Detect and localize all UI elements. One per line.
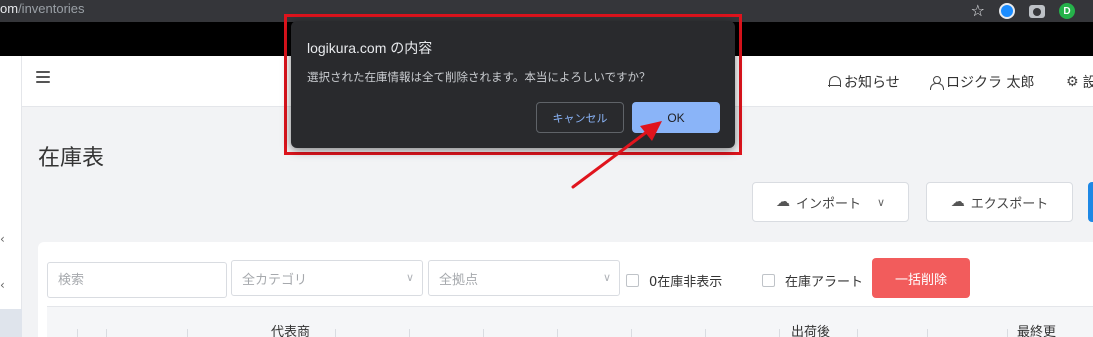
column-divider bbox=[557, 329, 558, 337]
import-label: インポート bbox=[795, 196, 861, 212]
bulk-delete-button[interactable]: 一括削除 bbox=[872, 258, 970, 298]
cloud-upload-icon: ☁ bbox=[775, 194, 790, 210]
address-bar[interactable]: om/inventories bbox=[0, 1, 85, 16]
page-title: 在庫表 bbox=[38, 146, 105, 171]
confirm-dialog: logikura.com の内容 選択された在庫情報は全て削除されます。本当によ… bbox=[291, 21, 735, 148]
notifications-link[interactable]: お知らせ bbox=[828, 72, 900, 92]
column-divider bbox=[409, 329, 410, 337]
column-divider bbox=[335, 329, 336, 337]
app-sidebar: ‹ ‹ bbox=[0, 56, 22, 337]
chevron-down-icon: ∨ bbox=[405, 271, 414, 284]
search-input[interactable] bbox=[47, 262, 227, 298]
column-divider bbox=[106, 329, 107, 337]
chevron-down-icon: ∨ bbox=[876, 195, 886, 209]
column-divider bbox=[927, 329, 928, 337]
sidebar-chevron-icon[interactable]: ‹ bbox=[0, 232, 5, 246]
category-select-value: 全カテゴリ bbox=[242, 272, 308, 288]
chevron-down-icon: ∨ bbox=[602, 271, 611, 284]
user-icon bbox=[930, 75, 944, 90]
ok-button[interactable]: OK bbox=[632, 102, 720, 133]
column-divider bbox=[483, 329, 484, 337]
sidebar-active-item[interactable] bbox=[0, 309, 22, 337]
user-menu[interactable]: ロジクラ 太郎 bbox=[930, 72, 1034, 92]
bell-icon bbox=[828, 75, 841, 89]
export-button[interactable]: ☁ エクスポート bbox=[926, 182, 1073, 222]
bookmark-star-icon[interactable]: ☆ bbox=[971, 3, 985, 19]
category-select[interactable]: 全カテゴリ ∨ bbox=[231, 260, 423, 296]
settings-link[interactable]: ⚙ 設 bbox=[1066, 72, 1093, 92]
dialog-title: logikura.com の内容 bbox=[307, 40, 433, 56]
hide-zero-stock-toggle[interactable]: 0在庫非表示 bbox=[626, 271, 722, 290]
extension-d-icon[interactable]: D bbox=[1059, 3, 1075, 19]
column-divider bbox=[705, 329, 706, 337]
password-manager-icon[interactable] bbox=[999, 3, 1015, 19]
column-divider bbox=[187, 329, 188, 337]
location-select-value: 全拠点 bbox=[439, 272, 479, 288]
gear-icon: ⚙ bbox=[1066, 74, 1079, 90]
url-path: /inventories bbox=[18, 1, 85, 16]
cloud-download-icon: ☁ bbox=[950, 194, 965, 210]
primary-action-button[interactable] bbox=[1088, 182, 1093, 222]
menu-icon[interactable] bbox=[36, 71, 50, 83]
column-header-representative-product[interactable]: 代表商 bbox=[271, 321, 310, 337]
notifications-label: お知らせ bbox=[844, 75, 900, 91]
export-label: エクスポート bbox=[970, 196, 1049, 212]
stock-alert-label: 在庫アラート bbox=[785, 275, 864, 290]
camera-icon[interactable] bbox=[1029, 4, 1045, 18]
extension-icons: ☆ D bbox=[971, 0, 1075, 22]
stock-alert-toggle[interactable]: 在庫アラート bbox=[762, 271, 863, 290]
column-header-last-updated[interactable]: 最終更 bbox=[1017, 321, 1056, 337]
location-select[interactable]: 全拠点 ∨ bbox=[428, 260, 620, 296]
hide-zero-stock-label: 0在庫非表示 bbox=[649, 275, 723, 290]
sidebar-chevron-icon[interactable]: ‹ bbox=[0, 278, 5, 292]
url-host: om bbox=[0, 1, 19, 16]
column-divider bbox=[857, 329, 858, 337]
column-divider bbox=[77, 329, 78, 337]
settings-label: 設 bbox=[1082, 75, 1093, 91]
column-header-after-shipping[interactable]: 出荷後 bbox=[791, 321, 830, 337]
column-divider bbox=[631, 329, 632, 337]
dialog-message: 選択された在庫情報は全て削除されます。本当によろしいですか？ bbox=[307, 70, 651, 84]
inventory-table-header: 代表商 出荷後 最終更 bbox=[47, 306, 1093, 337]
stock-alert-checkbox[interactable] bbox=[762, 274, 775, 287]
column-divider bbox=[779, 329, 780, 337]
user-name: ロジクラ 太郎 bbox=[946, 75, 1035, 91]
cancel-button[interactable]: キャンセル bbox=[536, 102, 624, 133]
column-divider bbox=[1007, 329, 1008, 337]
import-button[interactable]: ☁ インポート ∨ bbox=[752, 182, 909, 222]
hide-zero-stock-checkbox[interactable] bbox=[626, 274, 639, 287]
